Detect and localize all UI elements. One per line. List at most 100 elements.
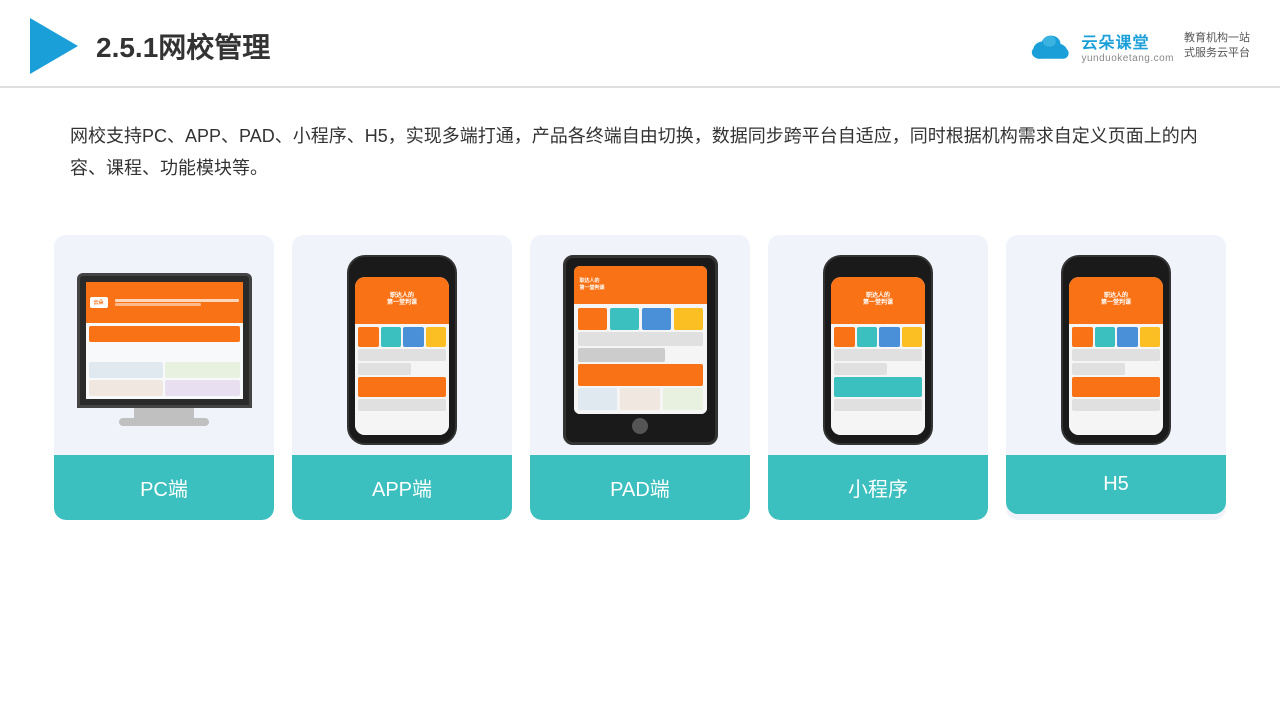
pad-icon-row xyxy=(578,308,703,330)
miniapp-phone-mockup: 职达人的第一堂判课 xyxy=(823,255,933,445)
card-label-miniapp: 小程序 xyxy=(768,455,988,520)
brand-name: 云朵课堂 xyxy=(1081,29,1174,53)
pad-bottom-row xyxy=(578,388,703,410)
phone-header-text-miniapp: 职达人的第一堂判课 xyxy=(863,293,893,307)
phone-notch-miniapp xyxy=(858,265,898,273)
phone-notch-app xyxy=(382,265,422,273)
phone-cell-4 xyxy=(426,327,447,347)
cloud-icon xyxy=(1027,30,1075,62)
pad-home-button xyxy=(632,418,648,434)
phone-screen-body-app xyxy=(355,324,449,435)
pc-screen-bottom xyxy=(86,323,243,399)
h5-cell-4 xyxy=(1140,327,1161,347)
h5-phone-mockup: 职达人的第一堂判课 xyxy=(1061,255,1171,445)
card-app: 职达人的第一堂判课 xyxy=(292,235,512,520)
phone-row-3-miniapp xyxy=(834,399,922,411)
card-image-app: 职达人的第一堂判课 xyxy=(292,235,512,455)
pad-banner xyxy=(578,364,703,386)
description: 网校支持PC、APP、PAD、小程序、H5，实现多端打通，产品各终端自由切换，数… xyxy=(0,88,1280,205)
card-h5: 职达人的第一堂判课 xyxy=(1006,235,1226,520)
card-label-h5: H5 xyxy=(1006,455,1226,514)
brand-slogan: 教育机构一站式服务云平台 xyxy=(1184,31,1250,62)
card-image-pc: 云朵 xyxy=(54,235,274,455)
phone-row-1-miniapp xyxy=(834,349,922,361)
phone-row-2-miniapp xyxy=(834,363,887,375)
mini-cell-2 xyxy=(857,327,878,347)
pad-mockup: 职达人的第一堂判课 xyxy=(563,255,718,445)
phone-header-text-app: 职达人的第一堂判课 xyxy=(387,293,417,307)
pad-cell-1 xyxy=(578,308,607,330)
page-title: 2.5.1网校管理 xyxy=(96,26,270,66)
header-right: 云朵课堂 yunduoketang.com 教育机构一站式服务云平台 xyxy=(1027,29,1250,64)
card-image-h5: 职达人的第一堂判课 xyxy=(1006,235,1226,455)
brand-url: yunduoketang.com xyxy=(1081,53,1174,64)
phone-banner-miniapp xyxy=(834,377,922,397)
phone-banner-h5 xyxy=(1072,377,1160,397)
pad-bottom-cell-3 xyxy=(663,388,703,410)
app-phone-mockup: 职达人的第一堂判课 xyxy=(347,255,457,445)
logo-triangle-icon xyxy=(30,18,78,74)
pad-cell-2 xyxy=(610,308,639,330)
pad-screen-body xyxy=(574,304,707,414)
pc-screen-top: 云朵 xyxy=(86,282,243,323)
cards-container: 云朵 xyxy=(0,205,1280,560)
header: 2.5.1网校管理 云朵课堂 yunduoketang.com xyxy=(0,0,1280,88)
phone-screen-header-h5: 职达人的第一堂判课 xyxy=(1069,277,1163,324)
phone-row-3-app xyxy=(358,399,446,411)
card-label-app: APP端 xyxy=(292,455,512,520)
h5-cell-3 xyxy=(1117,327,1138,347)
pc-screen-content: 云朵 xyxy=(86,282,243,399)
header-left: 2.5.1网校管理 xyxy=(30,18,270,74)
mini-cell-3 xyxy=(879,327,900,347)
card-miniapp: 职达人的第一堂判课 xyxy=(768,235,988,520)
pc-mockup: 云朵 xyxy=(74,273,254,426)
pad-header-text: 职达人的第一堂判课 xyxy=(580,278,605,291)
phone-row-2-app xyxy=(358,363,411,375)
h5-cell-2 xyxy=(1095,327,1116,347)
phone-notch-h5 xyxy=(1096,265,1136,273)
phone-screen-body-miniapp xyxy=(831,324,925,435)
pad-row-2 xyxy=(578,348,666,362)
phone-screen-h5: 职达人的第一堂判课 xyxy=(1069,277,1163,435)
pc-stand xyxy=(134,408,194,418)
phone-screen-header-miniapp: 职达人的第一堂判课 xyxy=(831,277,925,324)
description-text: 网校支持PC、APP、PAD、小程序、H5，实现多端打通，产品各终端自由切换，数… xyxy=(70,120,1210,185)
phone-header-text-h5: 职达人的第一堂判课 xyxy=(1101,293,1131,307)
pad-screen: 职达人的第一堂判课 xyxy=(574,266,707,414)
brand-logo: 云朵课堂 yunduoketang.com xyxy=(1027,29,1174,64)
pad-screen-header: 职达人的第一堂判课 xyxy=(574,266,707,304)
pad-cell-3 xyxy=(642,308,671,330)
card-label-pad: PAD端 xyxy=(530,455,750,520)
phone-banner-app xyxy=(358,377,446,397)
card-image-pad: 职达人的第一堂判课 xyxy=(530,235,750,455)
mini-cell-1 xyxy=(834,327,855,347)
phone-row-3-h5 xyxy=(1072,399,1160,411)
phone-cell-3 xyxy=(403,327,424,347)
phone-icon-row-miniapp xyxy=(834,327,922,347)
card-label-pc: PC端 xyxy=(54,455,274,520)
card-pc: 云朵 xyxy=(54,235,274,520)
mini-cell-4 xyxy=(902,327,923,347)
brand-text-block: 云朵课堂 yunduoketang.com xyxy=(1081,29,1174,64)
phone-icon-row-app xyxy=(358,327,446,347)
card-pad: 职达人的第一堂判课 xyxy=(530,235,750,520)
pad-row-1 xyxy=(578,332,703,346)
pc-base xyxy=(119,418,209,426)
phone-screen-miniapp: 职达人的第一堂判课 xyxy=(831,277,925,435)
phone-row-1-h5 xyxy=(1072,349,1160,361)
h5-cell-1 xyxy=(1072,327,1093,347)
phone-row-2-h5 xyxy=(1072,363,1125,375)
phone-cell-1 xyxy=(358,327,379,347)
phone-cell-2 xyxy=(381,327,402,347)
phone-screen-body-h5 xyxy=(1069,324,1163,435)
pad-bottom-cell-1 xyxy=(578,388,618,410)
phone-row-1-app xyxy=(358,349,446,361)
pad-bottom-cell-2 xyxy=(620,388,660,410)
brand-icon: 云朵课堂 yunduoketang.com xyxy=(1027,29,1174,64)
phone-icon-row-h5 xyxy=(1072,327,1160,347)
pc-screen-outer: 云朵 xyxy=(77,273,252,408)
card-image-miniapp: 职达人的第一堂判课 xyxy=(768,235,988,455)
phone-screen-app: 职达人的第一堂判课 xyxy=(355,277,449,435)
phone-screen-header-app: 职达人的第一堂判课 xyxy=(355,277,449,324)
pad-cell-4 xyxy=(674,308,703,330)
